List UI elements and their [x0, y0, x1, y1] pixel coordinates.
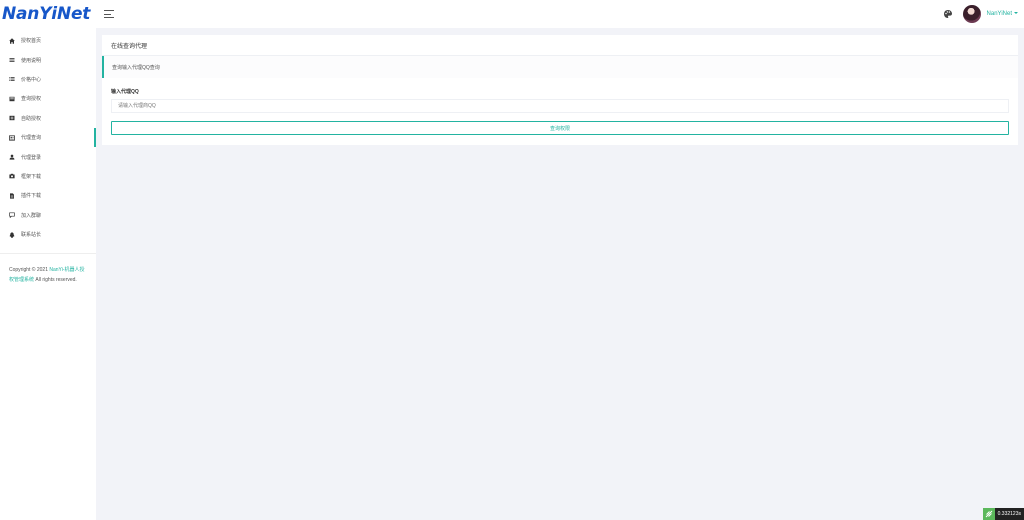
query-permission-button[interactable]: 查询权限: [111, 121, 1009, 135]
sidebar-item-label: 授权首页: [21, 38, 42, 45]
agent-qq-input[interactable]: [111, 99, 1009, 113]
sidebar-item-instructions[interactable]: 使用说明: [0, 50, 96, 69]
chat-icon: [9, 212, 15, 219]
sidebar-item-agent-query[interactable]: 代理查询: [0, 127, 96, 148]
sidebar-item-label: 自助授权: [21, 115, 42, 122]
user-icon: [9, 154, 15, 160]
sidebar-item-label: 查询授权: [21, 96, 42, 103]
logo[interactable]: NanYiNet: [0, 0, 96, 28]
user-menu[interactable]: NanYiNet: [987, 11, 1018, 17]
sidebar-item-join-group[interactable]: 加入群聊: [0, 206, 96, 225]
sidebar-item-label: 框架下载: [21, 173, 42, 180]
caret-down-icon: [1014, 12, 1018, 15]
sidebar-item-query-auth[interactable]: 查询授权: [0, 89, 96, 108]
user-name: NanYiNet: [986, 11, 1012, 17]
book-icon: [9, 96, 15, 102]
qq-icon: [9, 231, 15, 238]
sidebar-item-contact-admin[interactable]: 联系站长: [0, 225, 96, 244]
list-icon: [9, 58, 15, 63]
info-callout: 查询输入代理QQ查询: [102, 56, 1018, 78]
sidebar-item-self-auth[interactable]: 自助授权: [0, 109, 96, 128]
sidebar-item-label: 代理查询: [21, 135, 42, 142]
book-plus-icon: [9, 116, 15, 121]
logo-text: NanYiNet: [2, 4, 91, 24]
perf-time: 0.332123s: [994, 508, 1024, 520]
sidebar-item-label: 使用说明: [21, 57, 42, 64]
sidebar-item-label: 价格中心: [21, 76, 42, 83]
sidebar-nav: 授权首页 使用说明 价格中心 查询授权 自助授权 代理查询 代理登录 框架下载: [0, 28, 96, 244]
camera-icon: [9, 174, 15, 179]
copyright-prefix: Copyright © 2021: [9, 267, 50, 274]
sidebar-item-home[interactable]: 授权首页: [0, 31, 96, 50]
list-bullet-icon: [9, 77, 15, 82]
sidebar-item-pricing[interactable]: 价格中心: [0, 70, 96, 89]
copyright: Copyright © 2021 NanYi-机器人授权管理系统 All rig…: [0, 266, 96, 285]
perf-badge: 0.332123s: [982, 508, 1024, 520]
sidebar-item-label: 联系站长: [21, 232, 42, 239]
menu-toggle-icon[interactable]: [104, 10, 114, 18]
sidebar-item-plugin-download[interactable]: 插件下载: [0, 186, 96, 205]
sidebar-item-framework-download[interactable]: 框架下载: [0, 167, 96, 186]
id-card-icon: [9, 135, 15, 141]
qq-field-label: 输入代理QQ: [111, 89, 139, 95]
home-icon: [9, 37, 15, 44]
sidebar-item-label: 加入群聊: [21, 212, 42, 219]
copyright-suffix: All rights reserved.: [34, 276, 77, 283]
agent-query-card: 在线查询代理 查询输入代理QQ查询 输入代理QQ 查询权限: [102, 35, 1018, 145]
avatar[interactable]: [962, 5, 981, 23]
sidebar-item-label: 代理登录: [21, 154, 42, 161]
sidebar: 授权首页 使用说明 价格中心 查询授权 自助授权 代理查询 代理登录 框架下载: [0, 28, 96, 520]
palette-icon[interactable]: [943, 9, 953, 19]
file-icon: [10, 193, 14, 199]
sidebar-divider: [0, 253, 96, 255]
top-header: NanYiNet NanYiNet: [0, 0, 1024, 28]
header-right: NanYiNet: [943, 0, 1018, 28]
leaf-icon: [982, 508, 995, 520]
card-title: 在线查询代理: [102, 35, 1018, 56]
sidebar-item-agent-login[interactable]: 代理登录: [0, 147, 96, 166]
sidebar-item-label: 插件下载: [21, 193, 42, 200]
